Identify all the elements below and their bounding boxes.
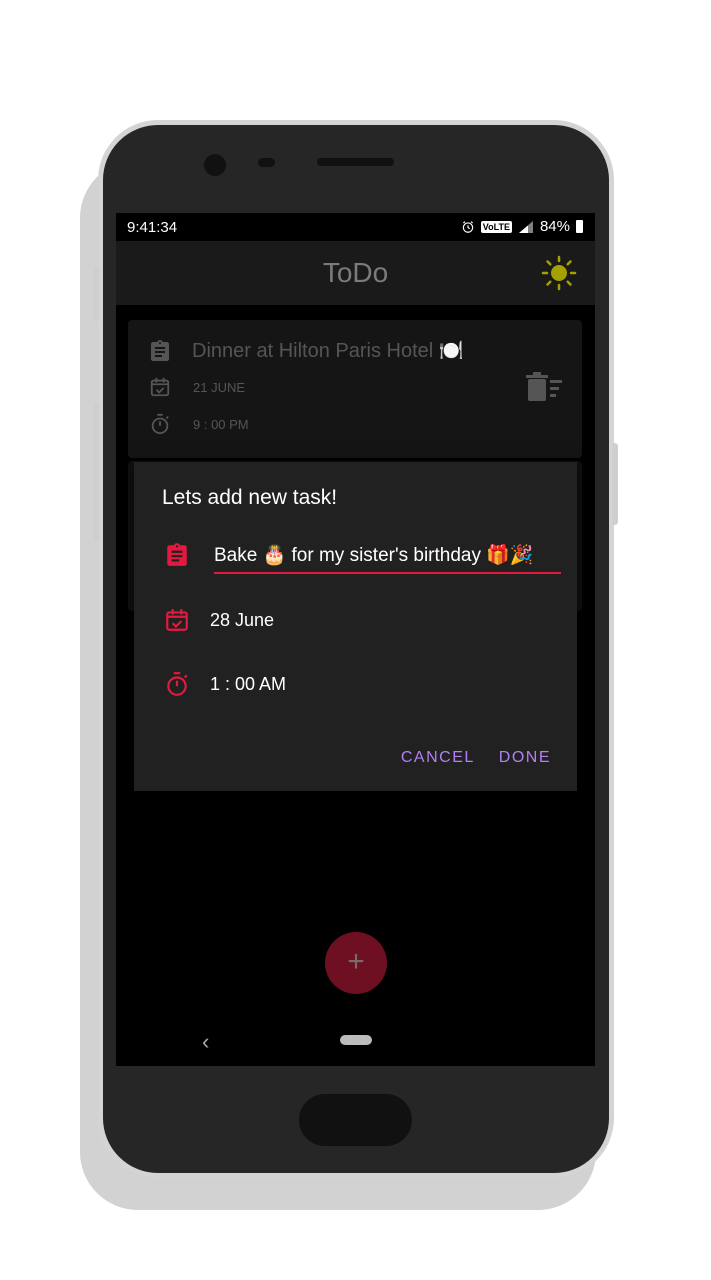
task-title-row: Dinner at Hilton Paris Hotel 🍽️ [148,338,464,363]
dialog-title: Lets add new task! [162,486,338,509]
alarm-icon [462,220,474,233]
dialog-actions: CANCEL DONE [401,745,551,771]
time-row[interactable]: 1 : 00 AM [164,671,286,697]
volte-icon: VoLTE [480,220,512,233]
task-card[interactable]: Dinner at Hilton Paris Hotel 🍽️ 21 JUNE … [128,320,582,458]
time-value[interactable]: 1 : 00 AM [210,674,286,695]
app-bar: ToDo [116,241,595,305]
cancel-button[interactable]: CANCEL [401,745,475,771]
earpiece-speaker [317,158,394,166]
task-time: 9 : 00 PM [193,416,249,432]
calendar-check-icon [166,609,188,631]
battery-icon [576,220,583,233]
home-key[interactable] [299,1094,412,1146]
date-value[interactable]: 28 June [210,610,274,631]
date-row[interactable]: 28 June [164,607,274,633]
delete-sweep-icon[interactable] [526,372,562,402]
task-input-row [164,542,190,568]
task-input-wrapper [214,540,561,574]
status-bar: 9:41:34 VoLTE 84% [116,213,595,241]
screen: 9:41:34 VoLTE 84% ToDo Dinner at Hilton … [116,213,595,1066]
timer-icon [151,413,169,435]
task-date-row: 21 JUNE [149,376,245,398]
battery-percent: 84% [539,218,570,235]
front-camera [204,154,226,176]
task-input[interactable] [214,540,561,570]
power-button [612,443,618,525]
volume-button [93,266,99,322]
signal-icon [518,220,533,233]
clipboard-icon [151,339,169,361]
add-task-button[interactable]: + [325,932,387,994]
task-date: 21 JUNE [193,379,246,395]
clipboard-icon [167,543,187,566]
done-button[interactable]: DONE [499,745,551,771]
side-button [93,402,99,542]
sun-icon[interactable] [541,255,577,291]
home-nav-pill[interactable] [340,1035,372,1045]
timer-icon [167,672,188,696]
task-title: Dinner at Hilton Paris Hotel 🍽️ [192,340,464,362]
calendar-check-icon [150,377,170,397]
back-nav-icon[interactable]: ‹ [202,1029,209,1055]
add-task-dialog: Lets add new task! 28 June 1 : 00 AM CAN… [134,462,577,791]
app-title: ToDo [322,257,389,288]
task-time-row: 9 : 00 PM [149,413,249,435]
status-icons: VoLTE 84% [461,218,583,235]
status-time: 9:41:34 [127,219,178,236]
sensor [258,158,275,167]
